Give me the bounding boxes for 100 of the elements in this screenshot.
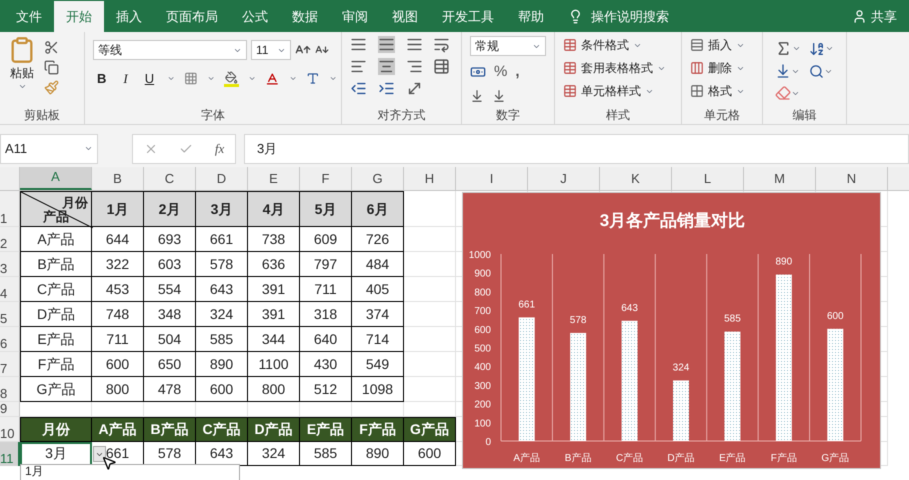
table-cell: 800: [92, 377, 144, 402]
ribbon-tab[interactable]: 开发工具: [430, 1, 506, 32]
table-cell: 374: [352, 302, 404, 327]
styles-menu-button[interactable]: 套用表格格式: [563, 59, 677, 77]
table-cell: 504: [144, 327, 196, 352]
underline-button[interactable]: U: [140, 69, 158, 88]
ribbon-tab[interactable]: 文件: [4, 1, 54, 32]
table-cell: 1月: [92, 191, 144, 227]
data-label: 661: [518, 299, 536, 310]
table-cell: 890: [196, 352, 248, 377]
column-header[interactable]: D: [196, 167, 248, 190]
dropdown-option[interactable]: 1月: [25, 465, 44, 478]
column-header[interactable]: A: [20, 167, 92, 190]
table-cell: 578: [196, 252, 248, 277]
font-name-select[interactable]: 等线: [93, 40, 247, 60]
column-header[interactable]: G: [352, 167, 404, 190]
table-cell: G产品: [20, 377, 92, 402]
formula-input[interactable]: 3月: [244, 134, 909, 164]
chart-title: 3月各产品销量对比: [600, 211, 746, 230]
ribbon-tab[interactable]: 视图: [380, 1, 430, 32]
row-header[interactable]: 10: [0, 417, 20, 442]
row-header[interactable]: 5: [0, 302, 20, 327]
table-cell: 644: [92, 227, 144, 252]
ribbon-tab[interactable]: 页面布局: [154, 1, 230, 32]
table-cell: E产品: [300, 417, 352, 442]
row-header[interactable]: 7: [0, 352, 20, 377]
styles-menu-button[interactable]: 条件格式: [563, 36, 677, 54]
row-header[interactable]: 6: [0, 327, 20, 352]
ribbon-tab[interactable]: 审阅: [330, 1, 380, 32]
table-cell: 600: [92, 352, 144, 377]
group-label: 编辑: [792, 107, 816, 124]
axis-label: 500: [474, 344, 491, 354]
cells-menu-button[interactable]: 删除: [690, 59, 758, 77]
styles-menu-button[interactable]: 单元格样式: [563, 82, 677, 100]
row-header[interactable]: 9: [0, 402, 20, 417]
table-cell: 6月: [352, 191, 404, 227]
ribbon-tab[interactable]: 插入: [104, 1, 154, 32]
ribbon-tab[interactable]: 数据: [280, 1, 330, 32]
paste-button[interactable]: 粘贴: [4, 36, 40, 95]
column-header[interactable]: C: [144, 167, 196, 190]
column-header[interactable]: I: [456, 167, 528, 190]
bold-button[interactable]: B: [93, 69, 110, 88]
font-size-select[interactable]: 11: [251, 40, 291, 60]
data-label: 890: [776, 256, 792, 268]
data-label: 643: [621, 302, 638, 314]
row-header[interactable]: 8: [0, 377, 20, 402]
percent-button[interactable]: %: [494, 61, 508, 84]
tell-me-search[interactable]: 操作说明搜索: [591, 6, 669, 26]
table-cell: D产品: [20, 302, 92, 327]
table-cell: 478: [144, 377, 196, 402]
row-header[interactable]: 1: [0, 191, 20, 227]
column-header[interactable]: L: [672, 167, 744, 190]
insert-function-icon[interactable]: fx: [214, 138, 224, 158]
axis-label: D产品: [667, 453, 695, 464]
column-header[interactable]: M: [744, 167, 816, 190]
cells-menu-button[interactable]: 插入: [690, 36, 758, 54]
axis-label: 900: [474, 268, 491, 280]
table-cell: 405: [352, 277, 404, 302]
header-corner-cell: 月份 产品: [20, 191, 92, 227]
group-label: 单元格: [704, 107, 740, 124]
table-cell: 711: [92, 327, 144, 352]
table-cell: 1100: [248, 352, 300, 377]
ribbon-tab[interactable]: 帮助: [506, 1, 556, 32]
column-header[interactable]: K: [600, 167, 672, 190]
share-button[interactable]: 共享: [852, 1, 909, 32]
italic-button[interactable]: I: [119, 69, 132, 88]
ribbon-tab[interactable]: 公式: [230, 1, 280, 32]
row-header[interactable]: 4: [0, 277, 20, 302]
table-cell: 324: [248, 442, 300, 466]
table-cell: B产品: [20, 252, 92, 277]
row-header[interactable]: 2: [0, 227, 20, 252]
table-cell: C产品: [196, 417, 248, 442]
name-box[interactable]: A11: [0, 134, 98, 164]
cells-menu-button[interactable]: 格式: [690, 82, 758, 100]
table-cell: 609: [300, 227, 352, 252]
number-format-select[interactable]: 常规: [470, 36, 546, 56]
axis-label: 0: [485, 437, 491, 448]
table-cell: 391: [248, 302, 300, 327]
row-header[interactable]: 11: [0, 442, 20, 466]
column-header[interactable]: B: [92, 167, 144, 190]
column-header[interactable]: N: [816, 167, 888, 190]
column-header[interactable]: H: [404, 167, 456, 190]
table-cell: E产品: [20, 327, 92, 352]
axis-label: 400: [474, 362, 491, 374]
column-header[interactable]: J: [528, 167, 600, 190]
table-cell: 322: [92, 252, 144, 277]
axis-label: E产品: [719, 453, 746, 464]
table-cell: 600: [404, 442, 456, 466]
column-header[interactable]: F: [300, 167, 352, 190]
row-header[interactable]: 3: [0, 252, 20, 277]
comma-button[interactable]: ,: [515, 61, 520, 84]
table-cell: F产品: [20, 352, 92, 377]
axis-label: 200: [474, 400, 491, 411]
table-cell: 549: [352, 352, 404, 377]
ribbon-tab[interactable]: 开始: [54, 1, 104, 32]
table-cell: 484: [352, 252, 404, 277]
column-header[interactable]: E: [248, 167, 300, 190]
table-cell: A产品: [20, 227, 92, 252]
axis-label: 1000: [468, 250, 491, 261]
table-cell: 554: [144, 277, 196, 302]
